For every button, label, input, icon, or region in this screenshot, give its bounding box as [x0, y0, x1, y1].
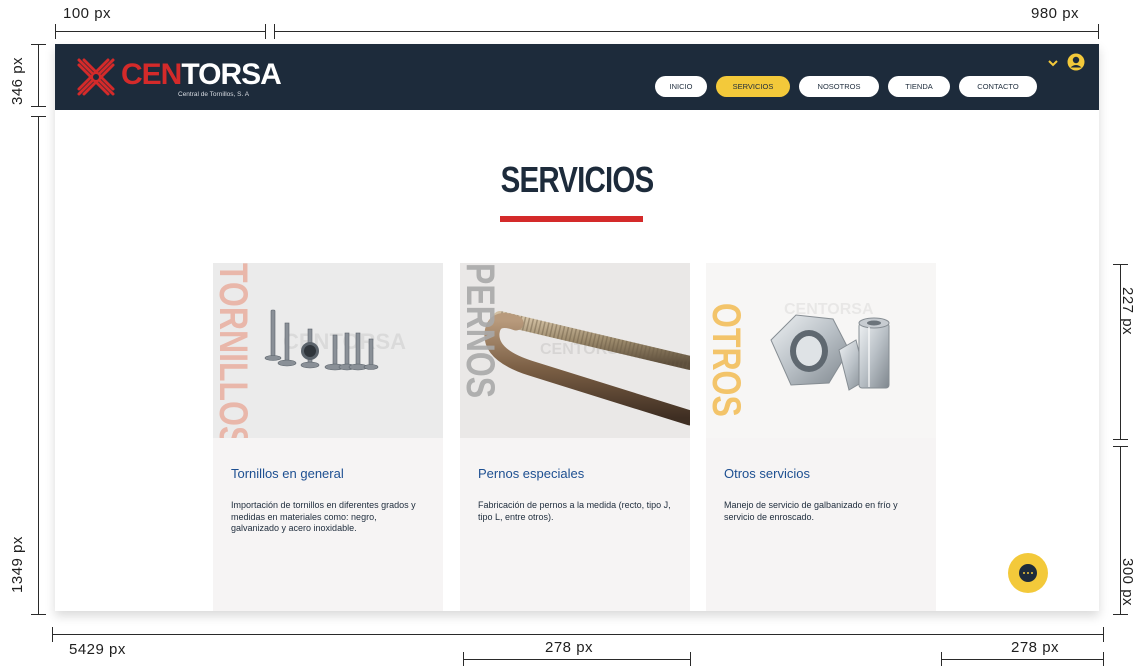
card-title[interactable]: Otros servicios — [724, 466, 810, 481]
dim-tick — [1098, 24, 1099, 39]
card-image-pernos: CENTORSA PERNOS — [460, 263, 690, 438]
dim-tick — [274, 24, 275, 39]
chevron-down-icon[interactable] — [1047, 58, 1059, 68]
dim-label-top-left: 100 px — [63, 5, 112, 22]
logo[interactable]: CENTORSA Central de Tornillos, S. A — [73, 54, 282, 100]
card-title[interactable]: Pernos especiales — [478, 466, 584, 481]
dim-label-bottom-mid: 278 px — [545, 639, 594, 656]
chat-button[interactable] — [1008, 553, 1048, 593]
dim-tick — [31, 116, 46, 117]
dim-label-bottom-right: 278 px — [1011, 639, 1060, 656]
card-image-otros: OTROS CENTORSA — [706, 263, 936, 438]
dim-tick — [31, 614, 46, 615]
service-card-pernos[interactable]: CENTORSA PERNOS Pernos especiales Fabric… — [460, 263, 690, 611]
dim-tick — [941, 652, 942, 666]
dim-tick — [463, 652, 464, 666]
dim-tick — [265, 24, 266, 39]
main-nav: INICIO SERVICIOS NOSOTROS TIENDA CONTACT… — [655, 76, 1037, 97]
dim-line-top-left — [55, 31, 266, 32]
dim-label-right-bottom: 300 px — [1119, 558, 1136, 607]
screws-image — [264, 309, 379, 371]
dim-tick — [1113, 439, 1128, 440]
dim-label-left-bottom: 1349 px — [9, 536, 26, 593]
logo-wordmark-red: CEN — [121, 58, 182, 91]
title-underline — [500, 216, 643, 222]
dim-line-bottom-right — [941, 659, 1104, 660]
nav-tienda[interactable]: TIENDA — [888, 76, 950, 97]
dim-tick — [31, 106, 46, 107]
logo-mark-icon — [77, 58, 115, 96]
service-card-tornillos[interactable]: TORNILLOS CENTORSA Tornillos en general … — [213, 263, 443, 611]
card-description: Importación de tornillos en diferentes g… — [231, 500, 416, 533]
card-vertical-word: TORNILLOS — [213, 263, 255, 438]
website-mockup: CENTORSA Central de Tornillos, S. A INIC… — [55, 44, 1099, 611]
page-title: SERVICIOS — [500, 159, 655, 200]
dim-label-right-top: 227 px — [1119, 287, 1136, 336]
dim-tick — [1103, 627, 1104, 642]
dim-tick — [690, 652, 691, 666]
chat-icon — [1019, 564, 1037, 582]
dim-tick — [1103, 652, 1104, 666]
card-description: Fabricación de pernos a la medida (recto… — [478, 500, 671, 522]
dim-line-left-bottom — [38, 116, 39, 615]
card-vertical-word: PERNOS — [460, 263, 502, 399]
card-image-tornillos: TORNILLOS CENTORSA — [213, 263, 443, 438]
dim-tick — [1113, 446, 1128, 447]
nuts-image — [770, 314, 890, 391]
dim-label-top-right: 980 px — [1031, 5, 1080, 22]
dim-line-left-top — [38, 44, 39, 106]
logo-wordmark-white: TORSA — [181, 58, 281, 91]
dim-line-right-bottom — [1120, 446, 1121, 614]
user-icon[interactable] — [1067, 53, 1085, 71]
nav-contacto[interactable]: CONTACTO — [959, 76, 1037, 97]
user-menu[interactable] — [1047, 53, 1087, 71]
service-card-otros[interactable]: OTROS CENTORSA Otros servicios Manejo de… — [706, 263, 936, 611]
dim-line-bottom — [52, 634, 1104, 635]
dim-label-bottom-left: 5429 px — [69, 641, 126, 658]
nav-nosotros[interactable]: NOSOTROS — [799, 76, 879, 97]
dim-tick — [1113, 614, 1128, 615]
logo-wordmark: CENTORSA — [121, 58, 282, 91]
card-description: Manejo de servicio de galbanizado en frí… — [724, 500, 898, 522]
dim-line-bottom-mid — [463, 659, 691, 660]
dim-label-left-top: 346 px — [9, 56, 26, 105]
dim-tick — [55, 24, 56, 39]
design-spec-sheet: 100 px 980 px 346 px 1349 px 227 px 300 … — [0, 0, 1138, 666]
nav-inicio[interactable]: INICIO — [655, 76, 707, 97]
nav-servicios[interactable]: SERVICIOS — [716, 76, 790, 97]
dim-line-right-top — [1120, 264, 1121, 439]
card-vertical-word: OTROS — [706, 303, 748, 417]
dim-tick — [1113, 264, 1128, 265]
card-title[interactable]: Tornillos en general — [231, 466, 344, 481]
dim-tick — [52, 627, 53, 642]
navbar: CENTORSA Central de Tornillos, S. A INIC… — [55, 44, 1099, 110]
dim-line-top-right — [274, 31, 1099, 32]
dim-tick — [31, 44, 46, 45]
logo-subtitle: Central de Tornillos, S. A — [178, 91, 250, 98]
